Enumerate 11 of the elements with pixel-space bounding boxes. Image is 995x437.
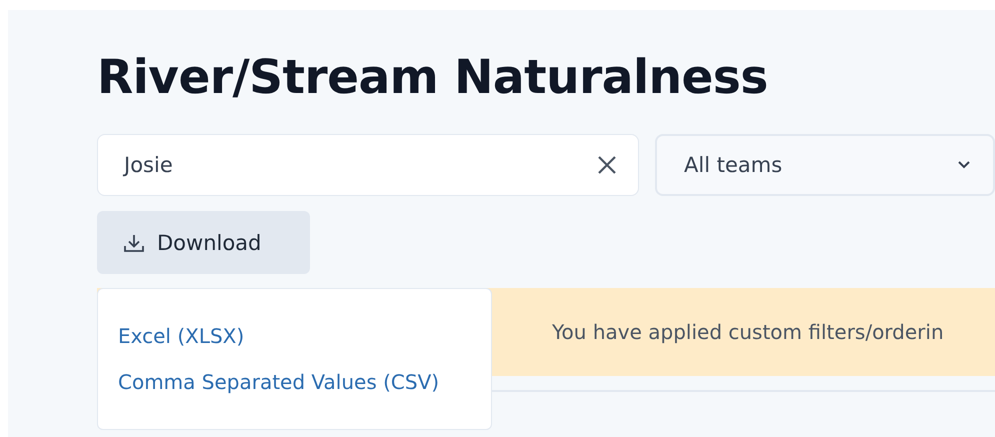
chevron-down-icon [957,160,971,170]
menu-item[interactable]: Excel (XLSX) [118,324,244,348]
search-text: Josie [124,152,173,179]
page-title: River/Stream Naturalness [97,49,769,107]
download-icon [123,232,145,252]
menu-item[interactable]: Comma Separated Values (CSV) [118,370,440,394]
download-button[interactable]: Download [97,211,310,274]
notice-text: You have applied custom filters/orderin [552,320,944,344]
close-icon[interactable] [596,154,618,176]
team-dropdown[interactable]: All teams [655,134,995,196]
search-field[interactable]: Josie [97,134,639,196]
